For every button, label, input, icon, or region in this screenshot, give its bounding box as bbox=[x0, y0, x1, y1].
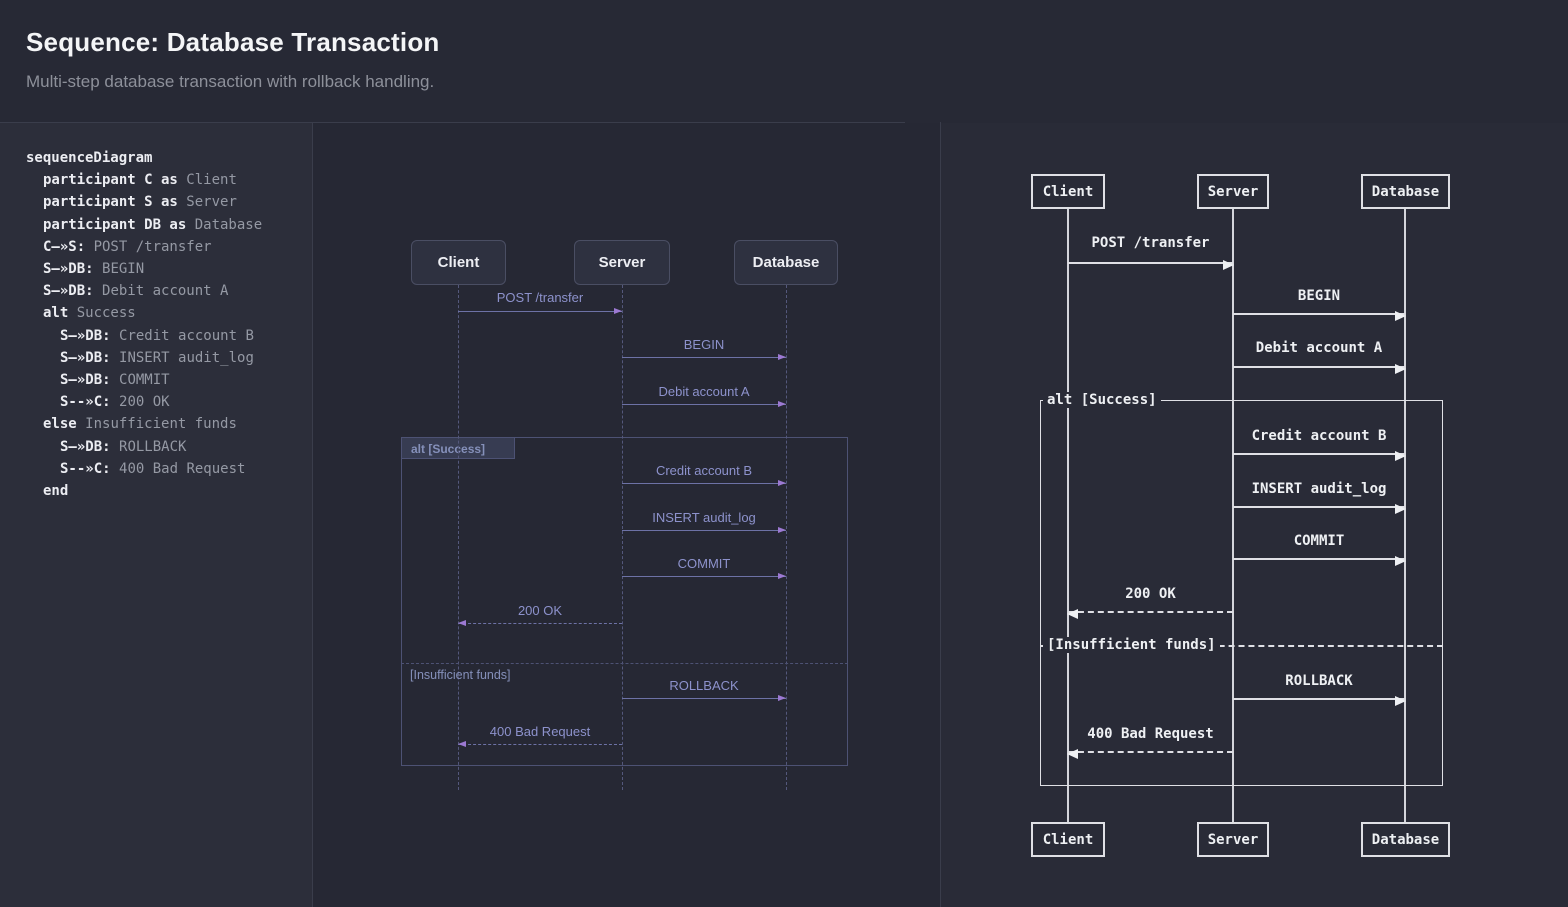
actor-box-server: Server bbox=[574, 240, 670, 285]
code-line: S—»DB: Credit account B bbox=[60, 327, 254, 344]
lifeline-client bbox=[458, 285, 459, 790]
code-line: S—»DB: COMMIT bbox=[60, 372, 170, 389]
message-label: COMMIT bbox=[1293, 533, 1345, 549]
code-line: else Insufficient funds bbox=[43, 416, 237, 433]
message-label: COMMIT bbox=[677, 556, 731, 571]
code-line: sequenceDiagram bbox=[26, 150, 153, 166]
message-arrow bbox=[458, 308, 622, 314]
code-line: participant S as Server bbox=[43, 194, 237, 211]
message-label: 200 OK bbox=[1125, 586, 1176, 602]
else-label: [Insufficient funds] bbox=[1043, 637, 1220, 653]
actor-box-client: Client bbox=[411, 240, 506, 285]
message-arrow bbox=[1233, 364, 1406, 374]
actor-box-database-bottom: Database bbox=[1361, 822, 1450, 857]
message-label: POST /transfer bbox=[1091, 235, 1210, 251]
message-arrow bbox=[1067, 749, 1233, 759]
code-line: S--»C: 200 OK bbox=[60, 394, 170, 411]
code-line: S--»C: 400 Bad Request bbox=[60, 460, 246, 477]
actor-box-server-top: Server bbox=[1197, 174, 1269, 209]
page-subtitle: Multi-step database transaction with rol… bbox=[26, 72, 435, 91]
message-arrow bbox=[1067, 609, 1233, 619]
code-line: S—»DB: BEGIN bbox=[43, 261, 145, 278]
message-arrow bbox=[622, 527, 786, 533]
else-label: [Insufficient funds] bbox=[410, 668, 511, 682]
code-line: S—»DB: ROLLBACK bbox=[60, 438, 187, 455]
code-line: S—»DB: Debit account A bbox=[43, 283, 229, 300]
app-window: Sequence: Database Transaction Multi-ste… bbox=[0, 0, 1568, 907]
message-label: ROLLBACK bbox=[1285, 673, 1353, 689]
message-label: Debit account A bbox=[658, 384, 750, 399]
message-arrow bbox=[1068, 260, 1234, 270]
message-arrow bbox=[1233, 696, 1406, 706]
alt-frame-label: alt [Success] bbox=[1043, 392, 1161, 408]
panel-divider-left bbox=[312, 122, 313, 907]
message-label: BEGIN bbox=[1297, 288, 1341, 304]
message-arrow bbox=[1233, 504, 1406, 514]
message-label: 200 OK bbox=[517, 603, 563, 618]
message-label: 400 Bad Request bbox=[1087, 726, 1214, 742]
message-arrow bbox=[1233, 451, 1406, 461]
message-label: Credit account B bbox=[1251, 428, 1387, 444]
actor-box-client-bottom: Client bbox=[1031, 822, 1105, 857]
message-label: INSERT audit_log bbox=[1251, 481, 1387, 497]
actor-box-database-top: Database bbox=[1361, 174, 1450, 209]
actor-box-client-top: Client bbox=[1031, 174, 1105, 209]
message-arrow bbox=[1233, 556, 1406, 566]
header-divider bbox=[0, 122, 905, 123]
message-arrow bbox=[622, 573, 786, 579]
panel-divider-right bbox=[940, 122, 941, 907]
message-label: 400 Bad Request bbox=[489, 724, 591, 739]
code-line: C—»S: POST /transfer bbox=[43, 238, 212, 255]
lifeline-database bbox=[786, 285, 787, 790]
else-divider bbox=[401, 663, 848, 664]
page-title: Sequence: Database Transaction bbox=[26, 27, 440, 57]
actor-box-database: Database bbox=[734, 240, 838, 285]
code-panel[interactable]: sequenceDiagram participant C as Client pa… bbox=[26, 147, 308, 502]
message-arrow bbox=[1233, 311, 1406, 321]
message-label: POST /transfer bbox=[496, 290, 584, 305]
message-label: Debit account A bbox=[1255, 340, 1383, 356]
alt-frame bbox=[401, 437, 848, 766]
code-line: alt Success bbox=[43, 305, 136, 322]
lifeline-server bbox=[622, 285, 623, 790]
actor-box-server-bottom: Server bbox=[1197, 822, 1269, 857]
code-line: participant C as Client bbox=[43, 172, 237, 189]
message-arrow bbox=[622, 695, 786, 701]
message-arrow bbox=[458, 741, 622, 747]
message-arrow bbox=[622, 480, 786, 486]
message-arrow bbox=[458, 620, 622, 626]
message-label: Credit account B bbox=[655, 463, 753, 478]
message-arrow bbox=[622, 401, 786, 407]
message-label: INSERT audit_log bbox=[652, 510, 756, 525]
code-line: end bbox=[43, 483, 69, 500]
message-label: BEGIN bbox=[683, 337, 725, 352]
message-arrow bbox=[622, 354, 786, 360]
code-line: participant DB as Database bbox=[43, 216, 263, 233]
code-line: S—»DB: INSERT audit_log bbox=[60, 349, 254, 366]
message-label: ROLLBACK bbox=[669, 678, 739, 693]
